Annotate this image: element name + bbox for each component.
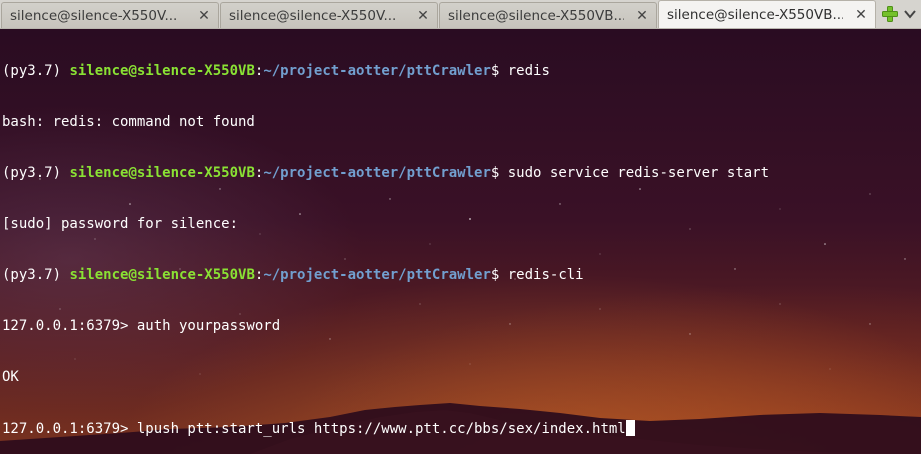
close-icon[interactable]: ✕ bbox=[415, 8, 431, 24]
user-host: silence@silence-X550VB bbox=[69, 165, 255, 181]
virtualenv-label: (py3.7) bbox=[2, 63, 70, 79]
chevron-down-icon bbox=[904, 10, 916, 19]
command-text: redis bbox=[507, 63, 550, 79]
terminal-line: (py3.7) silence@silence-X550VB:~/project… bbox=[2, 165, 769, 182]
prompt-symbol: $ bbox=[490, 63, 508, 79]
plus-icon bbox=[882, 6, 898, 22]
terminal-window: silence@silence-X550V... ✕ silence@silen… bbox=[0, 0, 921, 454]
command-text: redis-cli bbox=[507, 267, 584, 283]
close-icon[interactable]: ✕ bbox=[853, 7, 869, 23]
tab-label: silence@silence-X550V... bbox=[10, 7, 178, 24]
working-directory: ~/project-aotter/pttCrawler bbox=[263, 267, 491, 283]
command-input[interactable]: 127.0.0.1:6379> lpush ptt:start_urls htt… bbox=[2, 421, 626, 437]
tab-2[interactable]: silence@silence-X550V... ✕ bbox=[220, 2, 438, 28]
terminal-line: (py3.7) silence@silence-X550VB:~/project… bbox=[2, 63, 769, 80]
tab-label: silence@silence-X550VB... bbox=[667, 6, 843, 23]
terminal-output: (py3.7) silence@silence-X550VB:~/project… bbox=[2, 29, 769, 454]
close-icon[interactable]: ✕ bbox=[634, 8, 650, 24]
command-text: sudo service redis-server start bbox=[507, 165, 770, 181]
tab-4-active[interactable]: silence@silence-X550VB... ✕ bbox=[658, 0, 876, 28]
terminal-line-current[interactable]: 127.0.0.1:6379> lpush ptt:start_urls htt… bbox=[2, 420, 769, 437]
prompt-symbol: $ bbox=[490, 165, 508, 181]
terminal-line: [sudo] password for silence: bbox=[2, 216, 239, 232]
terminal-line: OK bbox=[2, 369, 19, 385]
new-tab-button[interactable] bbox=[881, 5, 899, 23]
tab-label: silence@silence-X550VB... bbox=[448, 7, 624, 24]
tab-1[interactable]: silence@silence-X550V... ✕ bbox=[1, 2, 219, 28]
working-directory: ~/project-aotter/pttCrawler bbox=[263, 63, 491, 79]
terminal-line: 127.0.0.1:6379> auth yourpassword bbox=[2, 318, 281, 334]
close-icon[interactable]: ✕ bbox=[196, 8, 212, 24]
prompt-symbol: $ bbox=[490, 267, 508, 283]
tab-list-button[interactable] bbox=[902, 5, 918, 23]
tab-label: silence@silence-X550V... bbox=[229, 7, 397, 24]
tab-3[interactable]: silence@silence-X550VB... ✕ bbox=[439, 2, 657, 28]
tab-bar: silence@silence-X550V... ✕ silence@silen… bbox=[0, 0, 921, 29]
terminal-line: bash: redis: command not found bbox=[2, 114, 255, 130]
virtualenv-label: (py3.7) bbox=[2, 267, 70, 283]
virtualenv-label: (py3.7) bbox=[2, 165, 70, 181]
user-host: silence@silence-X550VB bbox=[69, 267, 255, 283]
terminal-line: (py3.7) silence@silence-X550VB:~/project… bbox=[2, 267, 769, 284]
user-host: silence@silence-X550VB bbox=[69, 63, 255, 79]
text-cursor bbox=[625, 420, 635, 436]
working-directory: ~/project-aotter/pttCrawler bbox=[263, 165, 491, 181]
terminal-area[interactable]: (py3.7) silence@silence-X550VB:~/project… bbox=[0, 29, 921, 454]
